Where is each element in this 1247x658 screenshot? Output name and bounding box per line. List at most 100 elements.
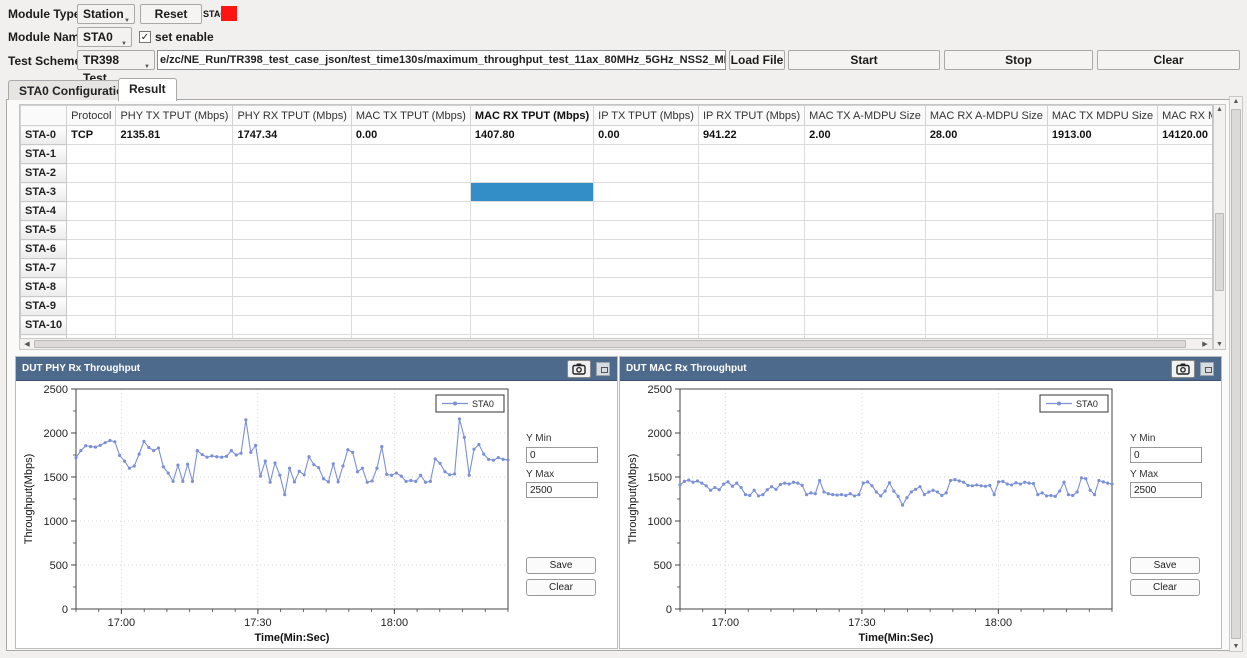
tab-result[interactable]: Result [118,78,177,101]
table-cell[interactable] [925,278,1047,297]
table-cell[interactable] [698,145,804,164]
module-type-select[interactable]: Station ▼ [77,4,135,24]
table-cell[interactable]: TCP [67,126,116,145]
column-header[interactable]: MAC TX TPUT (Mbps) [351,106,470,126]
table-cell[interactable] [116,316,233,335]
table-cell[interactable] [470,259,593,278]
table-cell[interactable] [594,202,699,221]
table-cell[interactable]: 0.00 [594,126,699,145]
table-cell[interactable] [67,164,116,183]
table-cell[interactable] [67,297,116,316]
table-cell[interactable] [1047,278,1157,297]
column-header[interactable]: Protocol [67,106,116,126]
chart-clear-button[interactable]: Clear [526,579,596,596]
table-cell[interactable] [698,259,804,278]
table-cell[interactable] [233,297,351,316]
table-cell[interactable] [233,183,351,202]
table-cell[interactable] [594,278,699,297]
table-cell[interactable] [925,164,1047,183]
table-cell[interactable] [1047,164,1157,183]
snapshot-button[interactable] [567,360,591,378]
table-cell[interactable] [470,183,593,202]
table-cell[interactable]: 2135.81 [116,126,233,145]
module-name-select[interactable]: STA0 ▼ [77,27,132,47]
table-cell[interactable] [698,202,804,221]
snapshot-button[interactable] [1171,360,1195,378]
table-cell[interactable] [233,240,351,259]
table-vscroll-thumb[interactable] [1215,213,1224,291]
column-header[interactable]: MAC RX TPUT (Mbps) [470,106,593,126]
detach-button[interactable] [1200,362,1214,376]
detach-button[interactable] [596,362,610,376]
table-cell[interactable] [351,259,470,278]
table-cell[interactable] [116,164,233,183]
column-header[interactable]: PHY TX TPUT (Mbps) [116,106,233,126]
table-cell[interactable] [233,316,351,335]
table-cell[interactable]: 1747.34 [233,126,351,145]
scroll-up-icon[interactable]: ▲ [1230,98,1242,105]
row-header-cell[interactable]: STA-1 [21,145,67,164]
table-cell[interactable] [116,202,233,221]
table-cell[interactable]: 1913.00 [1047,126,1157,145]
table-cell[interactable] [67,202,116,221]
table-cell[interactable] [1158,221,1213,240]
table-cell[interactable]: 0.00 [351,126,470,145]
table-cell[interactable] [116,259,233,278]
y-min-input[interactable] [1130,447,1202,463]
table-cell[interactable]: 941.22 [698,126,804,145]
table-cell[interactable] [116,145,233,164]
row-header-cell[interactable]: STA-8 [21,278,67,297]
column-header[interactable]: IP RX TPUT (Mbps) [698,106,804,126]
table-cell[interactable] [351,297,470,316]
y-max-input[interactable] [1130,482,1202,498]
table-cell[interactable] [594,221,699,240]
y-max-input[interactable] [526,482,598,498]
table-cell[interactable] [925,221,1047,240]
table-cell[interactable] [1047,145,1157,164]
table-cell[interactable] [1047,221,1157,240]
table-cell[interactable] [805,221,926,240]
table-cell[interactable] [233,221,351,240]
table-cell[interactable] [805,164,926,183]
table-cell[interactable] [805,183,926,202]
table-cell[interactable] [470,202,593,221]
table-cell[interactable] [805,316,926,335]
row-header-cell[interactable]: STA-0 [21,126,67,145]
stop-button[interactable]: Stop [944,50,1093,70]
table-cell[interactable] [698,183,804,202]
start-button[interactable]: Start [788,50,940,70]
table-cell[interactable]: 1407.80 [470,126,593,145]
table-cell[interactable] [805,145,926,164]
table-cell[interactable]: 14120.00 [1158,126,1213,145]
table-cell[interactable] [1158,164,1213,183]
table-cell[interactable] [470,297,593,316]
table-cell[interactable] [1158,316,1213,335]
table-cell[interactable] [67,316,116,335]
row-header-cell[interactable]: STA-9 [21,297,67,316]
row-header-cell[interactable]: STA-6 [21,240,67,259]
table-cell[interactable] [470,221,593,240]
row-header-cell[interactable]: STA-10 [21,316,67,335]
table-cell[interactable] [116,278,233,297]
set-enable-checkbox[interactable]: ✓ [139,31,151,43]
reset-button[interactable]: Reset [140,4,202,24]
table-cell[interactable]: 28.00 [925,126,1047,145]
table-cell[interactable] [233,259,351,278]
table-cell[interactable] [594,145,699,164]
table-cell[interactable] [233,202,351,221]
row-header-cell[interactable]: STA-4 [21,202,67,221]
table-cell[interactable] [351,164,470,183]
table-cell[interactable] [1047,297,1157,316]
table-cell[interactable] [351,183,470,202]
scroll-up-icon[interactable]: ▲ [1214,106,1225,113]
table-cell[interactable] [470,164,593,183]
column-header[interactable] [21,106,67,126]
table-cell[interactable] [67,145,116,164]
table-hscroll-thumb[interactable] [34,340,1186,348]
column-header[interactable]: IP TX TPUT (Mbps) [594,106,699,126]
table-cell[interactable] [698,221,804,240]
table-cell[interactable] [351,221,470,240]
table-cell[interactable] [116,240,233,259]
table-cell[interactable] [470,316,593,335]
clear-button[interactable]: Clear [1097,50,1240,70]
